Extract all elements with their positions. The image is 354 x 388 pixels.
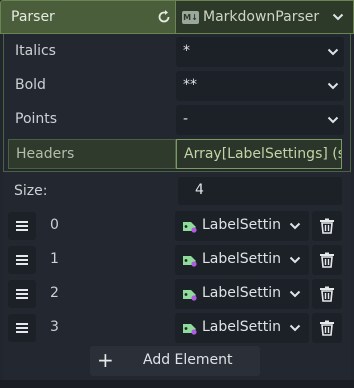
trash-icon (320, 218, 334, 234)
bold-dropdown[interactable]: ** (176, 71, 344, 101)
property-row-bold: Bold ** (8, 71, 348, 101)
revert-icon[interactable] (156, 9, 172, 25)
item-index: 0 (50, 217, 59, 233)
parser-property-header: Parser M↓ MarkdownParser (0, 0, 354, 36)
item-value: LabelSettin (202, 285, 282, 301)
label-settings-picker[interactable]: LabelSettin (175, 313, 309, 343)
inspector-panel: Parser M↓ MarkdownParser Italics * Bold … (0, 0, 354, 388)
chevron-down-icon (327, 82, 339, 90)
array-item: 3 LabelSettin (3, 313, 351, 343)
array-item: 0 LabelSettin (3, 211, 351, 241)
property-row-headers[interactable]: Headers (8, 139, 176, 169)
parser-label: Parser (11, 9, 55, 25)
chevron-down-icon (327, 48, 339, 56)
size-spinbox[interactable]: 4 (178, 177, 342, 205)
headers-array-value: Array[LabelSettings] (si (184, 146, 342, 162)
array-item: 1 LabelSettin (3, 245, 351, 275)
label-settings-icon (183, 290, 197, 301)
delete-item-button[interactable] (312, 313, 342, 343)
label-settings-icon (183, 256, 197, 267)
plus-icon: + (97, 348, 114, 372)
headers-array-editor: Size: 4 0 LabelSettin 1 LabelSettin 2 La… (3, 172, 351, 388)
chevron-down-icon (289, 290, 301, 298)
parser-section[interactable]: Parser (0, 0, 176, 34)
item-value: LabelSettin (202, 217, 282, 233)
label-settings-picker[interactable]: LabelSettin (175, 279, 309, 309)
delete-item-button[interactable] (312, 245, 342, 275)
headers-array-toggle[interactable]: Array[LabelSettings] (si (176, 139, 342, 169)
italics-dropdown[interactable]: * (176, 37, 344, 67)
property-label: Bold (15, 77, 46, 93)
label-settings-icon (183, 222, 197, 233)
points-value: - (183, 111, 189, 127)
size-value: 4 (195, 182, 204, 198)
size-label: Size: (14, 183, 48, 199)
chevron-down-icon (289, 256, 301, 264)
add-element-button[interactable]: + Add Element (90, 346, 260, 376)
property-label: Italics (15, 43, 56, 59)
trash-icon (320, 286, 334, 302)
label-settings-picker[interactable]: LabelSettin (175, 245, 309, 275)
resource-name: MarkdownParser (203, 9, 320, 25)
drag-handle-icon[interactable] (8, 280, 36, 308)
markdown-parser-properties: Italics * Bold ** Points - Headers Array… (3, 34, 351, 172)
resource-picker[interactable]: M↓ MarkdownParser (176, 0, 354, 34)
bold-value: ** (183, 77, 197, 93)
array-item: 2 LabelSettin (3, 279, 351, 309)
item-index: 1 (50, 251, 59, 267)
item-index: 3 (50, 319, 59, 335)
points-dropdown[interactable]: - (176, 105, 344, 135)
drag-handle-icon[interactable] (8, 246, 36, 274)
trash-icon (320, 320, 334, 336)
chevron-down-icon (289, 324, 301, 332)
markdown-icon: M↓ (182, 11, 199, 24)
italics-value: * (183, 43, 190, 59)
property-label: Headers (16, 146, 75, 162)
delete-item-button[interactable] (312, 279, 342, 309)
property-row-points: Points - (8, 105, 348, 135)
label-settings-picker[interactable]: LabelSettin (175, 211, 309, 241)
property-label: Points (15, 111, 58, 127)
chevron-down-icon (289, 222, 301, 230)
property-row-italics: Italics * (8, 37, 348, 67)
add-element-label: Add Element (143, 352, 233, 368)
label-settings-icon (183, 324, 197, 335)
trash-icon (320, 252, 334, 268)
chevron-down-icon[interactable] (332, 13, 344, 21)
item-value: LabelSettin (202, 251, 282, 267)
chevron-down-icon (327, 116, 339, 124)
panel-bottom-edge (0, 380, 354, 388)
item-index: 2 (50, 285, 59, 301)
delete-item-button[interactable] (312, 211, 342, 241)
item-value: LabelSettin (202, 319, 282, 335)
drag-handle-icon[interactable] (8, 314, 36, 342)
drag-handle-icon[interactable] (8, 212, 36, 240)
